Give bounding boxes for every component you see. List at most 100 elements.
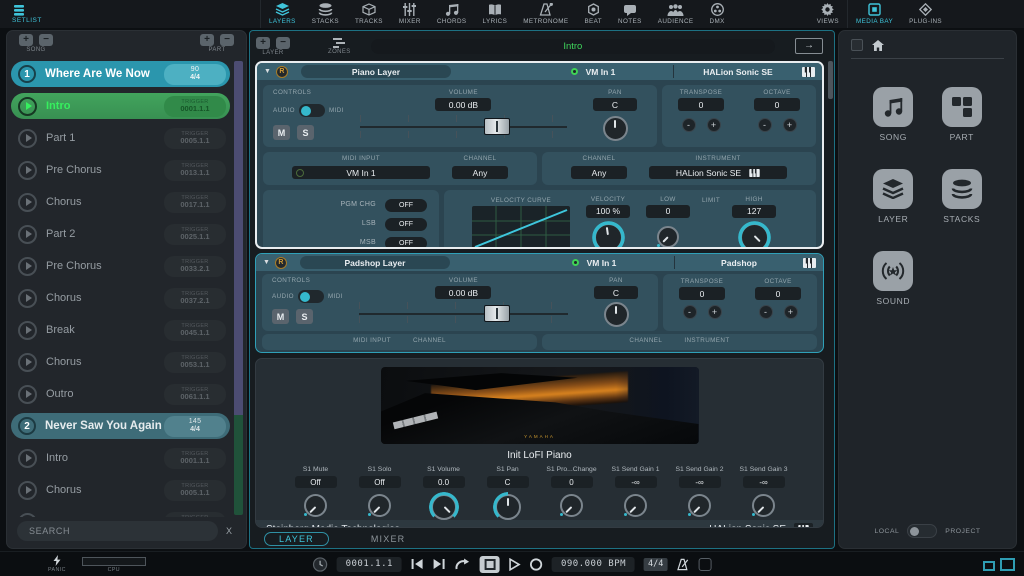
current-part-display[interactable]: Intro <box>370 38 775 54</box>
pan-knob[interactable] <box>603 302 629 327</box>
octave-minus-button[interactable]: - <box>757 118 772 132</box>
mute-button[interactable]: M <box>272 309 289 324</box>
instrument-channel-select[interactable]: Any <box>571 166 627 179</box>
param-value[interactable]: Off <box>358 476 401 488</box>
collapse-icon[interactable]: ▼ <box>264 68 271 75</box>
part-row[interactable]: Break TRIGGER 0045.1.1 <box>11 317 230 343</box>
position-display[interactable]: 0001.1.1 <box>336 556 402 572</box>
play-icon[interactable] <box>18 288 37 308</box>
part-row[interactable]: Chorus TRIGGER 0037.2.1 <box>11 285 230 311</box>
skip-back-button[interactable] <box>411 558 424 570</box>
add-layer-button[interactable]: + <box>256 36 270 49</box>
home-icon[interactable] <box>872 39 884 51</box>
tab-mixer[interactable]: MIXER <box>391 0 429 28</box>
play-icon[interactable] <box>18 160 37 180</box>
tab-tracks[interactable]: TRACKS <box>347 0 391 28</box>
tile-layer[interactable]: LAYER <box>873 169 914 224</box>
window-small-icon[interactable] <box>983 560 995 571</box>
tempo-display[interactable]: 090.000 BPM <box>551 556 636 572</box>
instrument-select[interactable]: HALion Sonic SE <box>649 166 787 179</box>
part-row[interactable]: Pre Chorus TRIGGER 0033.2.1 <box>11 253 230 279</box>
play-icon[interactable] <box>18 96 37 116</box>
pgm-chg-toggle[interactable]: OFF <box>385 199 427 212</box>
layer-name[interactable]: Padshop Layer <box>299 256 450 269</box>
transpose-minus-button[interactable]: - <box>681 118 696 132</box>
tab-beat[interactable]: BEAT <box>576 0 610 28</box>
part-row[interactable]: Outro TRIGGER 0061.1.1 <box>11 381 230 407</box>
tab-dmx[interactable]: DMX <box>702 0 733 28</box>
next-part-button[interactable]: → <box>795 38 823 54</box>
part-row[interactable]: Chorus TRIGGER 0005.1.1 <box>11 477 230 503</box>
part-row[interactable]: Part 1 TRIGGER0013.1.1 <box>11 509 230 517</box>
layer-name[interactable]: Piano Layer <box>300 65 451 78</box>
song-row[interactable]: 2 Never Saw You Again 145 4/4 <box>11 413 230 439</box>
lsb-toggle[interactable]: OFF <box>385 218 427 231</box>
transpose-minus-button[interactable]: - <box>682 305 697 319</box>
panic-button[interactable]: PANIC <box>48 555 66 573</box>
transpose-value[interactable]: 0 <box>679 287 725 300</box>
tile-stacks[interactable]: STACKS <box>941 169 982 224</box>
loop-button[interactable] <box>455 558 471 571</box>
param-knob[interactable] <box>752 494 775 517</box>
volume-slider-handle[interactable] <box>484 118 511 135</box>
param-value[interactable]: -∞ <box>678 476 721 488</box>
play-icon[interactable] <box>18 448 37 468</box>
octave-plus-button[interactable]: + <box>782 118 797 132</box>
part-row[interactable]: Part 1 TRIGGER 0005.1.1 <box>11 125 230 151</box>
part-row[interactable]: Pre Chorus TRIGGER 0013.1.1 <box>11 157 230 183</box>
tab-lyrics[interactable]: LYRICS <box>475 0 516 28</box>
tab-media-bay[interactable]: MEDIA BAY <box>848 0 901 28</box>
tab-notes[interactable]: NOTES <box>610 0 650 28</box>
tab-chords[interactable]: CHORDS <box>429 0 475 28</box>
velocity-curve[interactable] <box>472 206 570 247</box>
audio-midi-toggle[interactable] <box>297 290 324 303</box>
window-large-icon[interactable] <box>1000 557 1015 571</box>
play-icon[interactable] <box>18 352 37 372</box>
msb-toggle[interactable]: OFF <box>385 237 427 247</box>
part-row[interactable]: Chorus TRIGGER 0053.1.1 <box>11 349 230 375</box>
solo-button[interactable]: S <box>296 309 313 324</box>
velocity-knob[interactable] <box>590 219 626 247</box>
zones-button[interactable]: ZONES <box>328 37 351 55</box>
param-knob[interactable] <box>304 494 327 517</box>
record-arm-button[interactable]: R <box>274 256 287 269</box>
layer-panel-piano[interactable]: ▼ R Piano Layer VM In 1 HALion Sonic SE <box>255 61 824 249</box>
volume-value[interactable]: 0.00 dB <box>435 286 492 299</box>
piano-keys-icon[interactable] <box>802 66 815 77</box>
tab-stacks[interactable]: STACKS <box>304 0 347 28</box>
play-icon[interactable] <box>18 320 37 340</box>
play-icon[interactable] <box>18 256 37 276</box>
param-knob[interactable] <box>624 494 647 517</box>
time-signature[interactable]: 4/4 <box>644 557 668 571</box>
remove-song-button[interactable]: − <box>39 34 53 46</box>
part-row[interactable]: Intro TRIGGER 0001.1.1 <box>11 93 230 119</box>
play-icon[interactable] <box>18 224 37 244</box>
main-scrollbar[interactable] <box>828 61 833 518</box>
piano-keys-icon[interactable] <box>803 257 816 268</box>
limit-low-knob[interactable] <box>657 225 679 247</box>
setlist-header[interactable]: SETLIST <box>0 0 261 28</box>
play-icon[interactable] <box>18 512 37 517</box>
param-knob[interactable] <box>688 494 711 517</box>
pan-value[interactable]: C <box>594 286 638 299</box>
transpose-plus-button[interactable]: + <box>706 118 721 132</box>
tab-views[interactable]: VIEWS <box>809 0 847 28</box>
record-arm-button[interactable]: R <box>275 65 288 78</box>
midi-channel-select[interactable]: Any <box>452 166 508 179</box>
volume-slider-handle[interactable] <box>484 305 511 322</box>
open-plugin-button[interactable] <box>794 522 813 527</box>
param-knob[interactable] <box>491 491 524 523</box>
part-row[interactable]: Chorus TRIGGER 0017.1.1 <box>11 189 230 215</box>
param-value[interactable]: C <box>486 476 529 488</box>
tile-part[interactable]: PART <box>941 87 982 142</box>
limit-high-value[interactable]: 127 <box>732 204 777 218</box>
pan-value[interactable]: C <box>593 98 637 111</box>
play-icon[interactable] <box>18 480 37 500</box>
tab-metronome[interactable]: METRONOME <box>515 0 576 28</box>
collapse-icon[interactable]: ▼ <box>263 259 270 266</box>
audio-midi-toggle[interactable] <box>298 104 325 117</box>
filter-checkbox[interactable] <box>851 39 863 51</box>
solo-button[interactable]: S <box>297 125 314 140</box>
layer-input-select[interactable]: VM In 1 <box>519 258 669 268</box>
param-value[interactable]: 0.0 <box>422 476 465 488</box>
